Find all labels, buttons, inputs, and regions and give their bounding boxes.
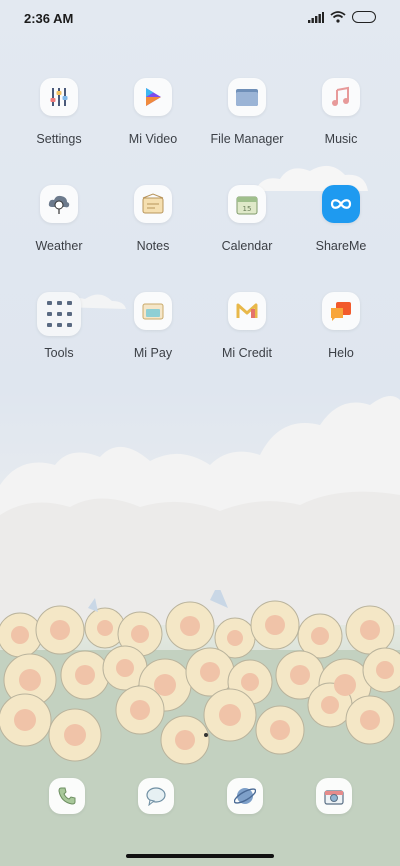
app-notes[interactable]: Notes bbox=[109, 185, 197, 253]
calendar-icon: 15 bbox=[228, 185, 266, 223]
app-calendar[interactable]: 15 Calendar bbox=[203, 185, 291, 253]
signal-icon bbox=[308, 11, 324, 23]
app-mi-credit[interactable]: Mi Credit bbox=[203, 292, 291, 360]
app-helo[interactable]: Helo bbox=[297, 292, 385, 360]
app-tools-folder[interactable]: Tools bbox=[15, 292, 103, 360]
app-grid: Settings Mi Video File Manager Music Wea… bbox=[0, 78, 400, 399]
app-label: Helo bbox=[328, 346, 354, 360]
app-label: Notes bbox=[136, 239, 170, 253]
camera-icon[interactable] bbox=[315, 778, 352, 814]
wifi-icon bbox=[330, 11, 346, 23]
messages-icon[interactable] bbox=[137, 778, 174, 814]
app-label: Calendar bbox=[221, 239, 273, 253]
app-label: Mi Pay bbox=[133, 346, 173, 360]
status-bar: 2:36 AM bbox=[0, 0, 400, 36]
music-note-icon bbox=[322, 78, 360, 116]
notes-icon bbox=[134, 185, 172, 223]
battery-icon bbox=[352, 11, 376, 23]
app-label: Music bbox=[324, 132, 358, 146]
app-settings[interactable]: Settings bbox=[15, 78, 103, 146]
app-label: File Manager bbox=[210, 132, 284, 146]
helo-icon bbox=[322, 292, 360, 330]
app-label: Mi Credit bbox=[221, 346, 272, 360]
app-mi-video[interactable]: Mi Video bbox=[109, 78, 197, 146]
phone-icon[interactable] bbox=[48, 778, 85, 814]
app-label: ShareMe bbox=[315, 239, 367, 253]
app-label: Mi Video bbox=[128, 132, 178, 146]
cloud-icon bbox=[40, 185, 78, 223]
app-label: Weather bbox=[35, 239, 83, 253]
home-indicator[interactable] bbox=[126, 854, 274, 858]
infinity-icon bbox=[322, 185, 360, 223]
play-icon bbox=[134, 78, 172, 116]
app-label: Tools bbox=[44, 346, 74, 360]
browser-icon[interactable] bbox=[226, 778, 263, 814]
app-file-manager[interactable]: File Manager bbox=[203, 78, 291, 146]
calendar-day: 15 bbox=[243, 205, 252, 213]
page-indicator bbox=[204, 733, 208, 737]
folder-icon bbox=[228, 78, 266, 116]
app-label: Settings bbox=[36, 132, 82, 146]
credit-icon bbox=[228, 292, 266, 330]
dock bbox=[0, 778, 400, 814]
app-music[interactable]: Music bbox=[297, 78, 385, 146]
app-shareme[interactable]: ShareMe bbox=[297, 185, 385, 253]
app-weather[interactable]: Weather bbox=[15, 185, 103, 253]
settings-icon bbox=[40, 78, 78, 116]
app-mi-pay[interactable]: Mi Pay bbox=[109, 292, 197, 360]
sunflower-field bbox=[0, 590, 400, 866]
tools-folder-icon bbox=[37, 292, 81, 336]
wallet-icon bbox=[134, 292, 172, 330]
clock: 2:36 AM bbox=[24, 11, 74, 26]
